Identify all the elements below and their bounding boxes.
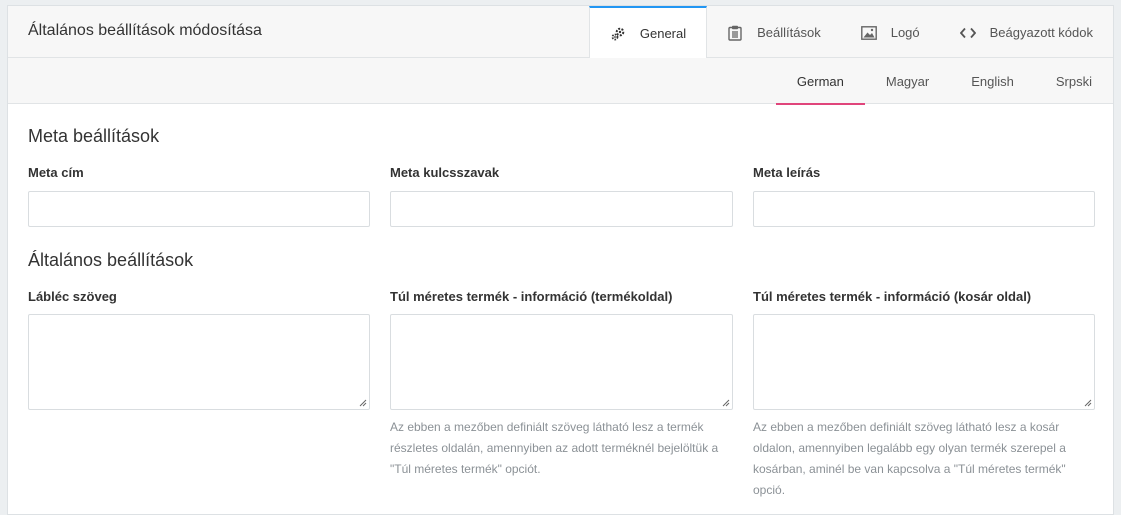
language-bar: German Magyar English Srpski	[8, 58, 1113, 105]
tab-embedded-codes[interactable]: Beágyazott kódok	[940, 6, 1113, 59]
oversize-cart-page-help: Az ebben a mezőben definiált szöveg láth…	[753, 420, 1066, 497]
oversize-product-page-label: Túl méretes termék - információ (terméko…	[390, 289, 673, 304]
lang-tab-srpski[interactable]: Srpski	[1035, 58, 1113, 104]
meta-title-input[interactable]	[28, 191, 370, 227]
resize-handle-icon[interactable]	[1084, 399, 1092, 407]
settings-card: Általános beállítások módosítása General…	[7, 5, 1114, 515]
gears-icon	[610, 26, 626, 42]
meta-keywords-input[interactable]	[390, 191, 733, 227]
lang-tab-german[interactable]: German	[775, 58, 865, 105]
footer-text-label: Lábléc szöveg	[28, 289, 117, 304]
card-header: Általános beállítások módosítása General…	[8, 6, 1113, 59]
oversize-cart-page-textarea[interactable]	[753, 314, 1095, 410]
image-icon	[860, 25, 877, 41]
clipboard-icon	[727, 25, 743, 41]
tab-logo[interactable]: Logó	[841, 6, 940, 59]
tab-settings[interactable]: Beállítások	[707, 6, 841, 59]
meta-title-label: Meta cím	[28, 165, 84, 180]
meta-keywords-label: Meta kulcsszavak	[390, 165, 500, 180]
tab-embedded-codes-label: Beágyazott kódok	[989, 25, 1093, 40]
oversize-product-page-help: Az ebben a mezőben definiált szöveg láth…	[390, 420, 719, 476]
footer-text-textarea[interactable]	[28, 314, 370, 410]
resize-handle-icon[interactable]	[359, 399, 367, 407]
tab-bar: General Beállítások Logó Beágyazott kódo…	[588, 6, 1113, 59]
resize-handle-icon[interactable]	[722, 399, 730, 407]
meta-description-label: Meta leírás	[753, 165, 821, 180]
general-section-title: Általános beállítások	[28, 250, 194, 270]
oversize-product-page-textarea[interactable]	[390, 314, 733, 410]
meta-section-title: Meta beállítások	[28, 126, 160, 146]
tab-settings-label: Beállítások	[757, 25, 821, 40]
tab-logo-label: Logó	[890, 25, 920, 40]
lang-tab-magyar[interactable]: Magyar	[865, 58, 950, 104]
meta-description-input[interactable]	[753, 191, 1095, 227]
page-title: Általános beállítások módosítása	[28, 22, 262, 39]
code-icon	[959, 25, 976, 41]
oversize-cart-page-label: Túl méretes termék - információ (kosár o…	[753, 289, 1032, 304]
language-tabs: German Magyar English Srpski	[775, 58, 1113, 105]
tab-general[interactable]: General	[588, 6, 708, 59]
lang-tab-english[interactable]: English	[950, 58, 1035, 104]
tab-general-label: General	[639, 26, 687, 41]
